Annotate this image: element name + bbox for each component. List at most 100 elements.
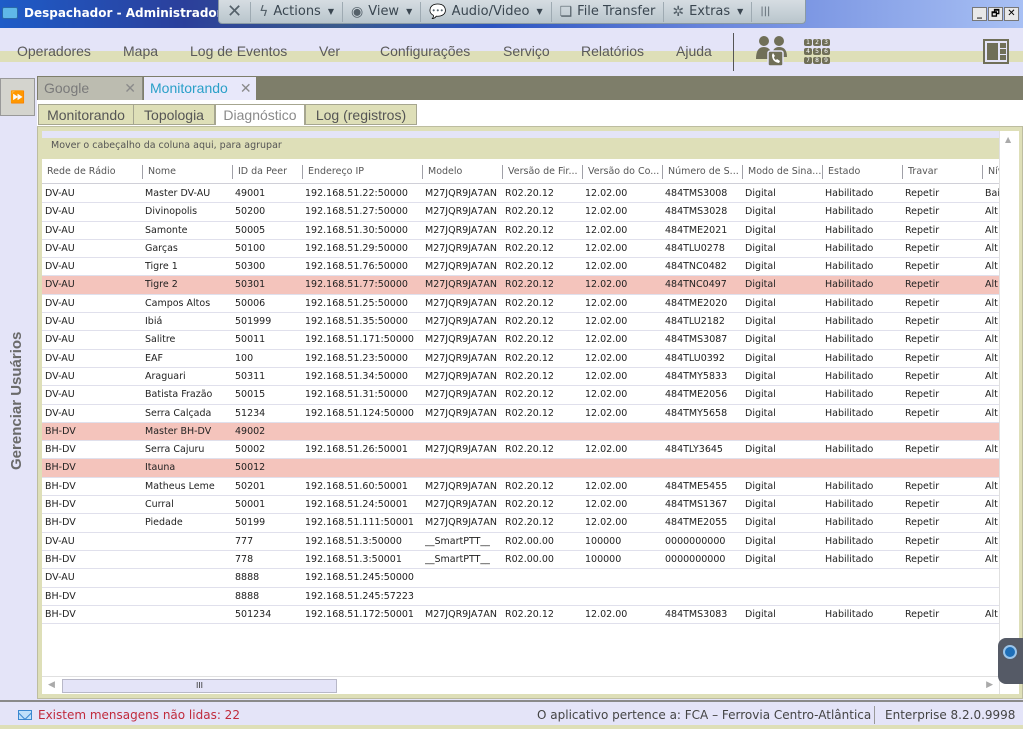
audio-video-menu[interactable]: 💬 Audio/Video ▼	[421, 1, 552, 22]
table-row[interactable]: BH-DV Itauna 50012	[42, 459, 999, 478]
toolbar-grip[interactable]: |||	[752, 2, 778, 22]
column-header-row: Rede de Rádio Nome ID da Peer Endereço IP Mo…	[42, 159, 999, 184]
tab-label: Google Map	[44, 80, 90, 118]
subtab-monitorando[interactable]: Monitorando	[38, 104, 134, 125]
cell-estado: Habilitado	[825, 499, 874, 511]
menu-ajuda[interactable]: Ajuda	[676, 43, 712, 59]
actions-menu[interactable]: ϟ Actions ▼	[251, 1, 343, 22]
vertical-scrollbar[interactable]: ▲	[999, 131, 1019, 694]
table-row[interactable]: DV-AU Ibiá 501999 192.168.51.35:50000 M27JQR…	[42, 313, 999, 332]
cell-nome: Tigre 1	[145, 261, 178, 273]
sidebar-label-gerenciar-usuarios[interactable]: Gerenciar Usuários	[8, 332, 25, 470]
table-row[interactable]: BH-DV Serra Cajuru 50002 192.168.51.26:5000…	[42, 441, 999, 460]
subtab-topologia[interactable]: Topologia	[133, 104, 215, 125]
table-row[interactable]: BH-DV 8888 192.168.51.245:57223	[42, 587, 999, 606]
table-row[interactable]: BH-DV Curral 50001 192.168.51.24:50001 M27JQ…	[42, 496, 999, 515]
restore-button[interactable]: 🗗	[988, 7, 1003, 21]
column-header-travar[interactable]: Travar	[902, 165, 982, 179]
dialpad-icon[interactable]: 1 2 3 4 5 6 7 8 9	[804, 39, 832, 65]
cell-nome: Salitre	[145, 334, 176, 346]
column-header-estado[interactable]: Estado	[822, 165, 902, 179]
column-header-rede-de-radio[interactable]: Rede de Rádio	[42, 165, 142, 179]
horizontal-scrollbar[interactable]: ◀ III ▶	[42, 676, 999, 694]
menu-bar: Operadores Mapa Log de Eventos Ver Confi…	[0, 28, 1023, 75]
layout-icon[interactable]	[983, 39, 1009, 64]
table-row[interactable]: DV-AU Master DV-AU 49001 192.168.51.22:5000…	[42, 185, 999, 204]
table-row[interactable]: DV-AU Divinopolis 50200 192.168.51.27:50000…	[42, 203, 999, 222]
column-header-modelo[interactable]: Modelo	[422, 165, 502, 179]
sidebar-toggle-button[interactable]: ⏩	[0, 78, 35, 116]
chevron-down-icon: ▼	[737, 7, 744, 16]
bottom-band	[0, 725, 1023, 729]
column-header-endereco-ip[interactable]: Endereço IP	[302, 165, 422, 179]
cell-modelo: M27JQR9JA7AN	[425, 480, 497, 492]
cell-numero-serie: 484TME2056	[665, 389, 728, 401]
close-icon[interactable]: ✕	[124, 77, 136, 100]
menu-log-de-eventos[interactable]: Log de Eventos	[190, 43, 287, 59]
close-icon[interactable]: ✕	[240, 77, 252, 100]
table-row[interactable]: BH-DV Matheus Leme 50201 192.168.51.60:5000…	[42, 477, 999, 497]
menu-operadores[interactable]: Operadores	[17, 43, 91, 59]
subtab-diagnostico[interactable]: Diagnóstico	[215, 104, 305, 125]
cell-id-da-peer: 49002	[235, 425, 266, 437]
table-row[interactable]: DV-AU 8888 192.168.51.245:50000	[42, 569, 999, 588]
column-header-nivel[interactable]: Nív	[982, 165, 999, 179]
scroll-up-icon[interactable]: ▲	[1005, 135, 1011, 144]
cell-versao-codeplug: 12.02.00	[585, 188, 628, 199]
table-row[interactable]: DV-AU 777 192.168.51.3:50000 __SmartPTT__ R0…	[42, 532, 999, 551]
tab-monitorando[interactable]: Monitorando ✕	[144, 77, 256, 100]
column-header-id-da-peer[interactable]: ID da Peer	[232, 165, 302, 179]
column-header-nome[interactable]: Nome	[142, 165, 232, 179]
table-row[interactable]: BH-DV Piedade 50199 192.168.51.111:50001 M27…	[42, 514, 999, 533]
table-row[interactable]: BH-DV 778 192.168.51.3:50001 __SmartPTT__ R0…	[42, 550, 999, 570]
scroll-right-icon[interactable]: ▶	[986, 680, 993, 690]
cell-id-da-peer: 50005	[235, 224, 266, 236]
unread-messages[interactable]: Existem mensagens não lidas: 22	[18, 708, 240, 722]
menu-ver[interactable]: Ver	[319, 43, 340, 59]
cell-estado: Habilitado	[825, 444, 874, 456]
view-menu[interactable]: ◉ View ▼	[343, 1, 422, 22]
cell-endereco-ip: 192.168.51.77:50000	[305, 279, 408, 291]
layout-icon-main	[987, 43, 998, 60]
subtab-log-registros[interactable]: Log (registros)	[305, 104, 417, 125]
table-row[interactable]: DV-AU Araguari 50311 192.168.51.34:50000 M27…	[42, 367, 999, 387]
cell-rede-de-radio: DV-AU	[45, 535, 75, 547]
remote-close-button[interactable]: ✕	[219, 1, 252, 22]
table-row[interactable]: DV-AU Garças 50100 192.168.51.29:50000 M27JQ…	[42, 239, 999, 259]
menu-configuracoes[interactable]: Configurações	[380, 43, 470, 59]
column-header-numero-serie[interactable]: Número de S...	[662, 165, 742, 179]
extras-menu[interactable]: ✲ Extras ▼	[664, 1, 753, 22]
users-call-icon[interactable]	[755, 35, 789, 67]
cell-numero-serie: 484TME2021	[665, 224, 728, 236]
table-row[interactable]: BH-DV Master BH-DV 49002	[42, 422, 999, 442]
table-row[interactable]: BH-DV 501234 192.168.51.172:50001 M27JQR9JA…	[42, 605, 999, 625]
table-row[interactable]: DV-AU Salitre 50011 192.168.51.171:50000 M27…	[42, 331, 999, 350]
column-header-versao-firmware[interactable]: Versão de Fir...	[502, 165, 582, 179]
cell-modelo: M27JQR9JA7AN	[425, 261, 497, 273]
cell-id-da-peer: 50015	[235, 389, 266, 401]
teamviewer-tab[interactable]	[998, 638, 1023, 684]
table-row[interactable]: DV-AU Tigre 1 50300 192.168.51.76:50000 M27J…	[42, 258, 999, 277]
minimize-button[interactable]: _	[972, 7, 987, 21]
scroll-left-icon[interactable]: ◀	[48, 680, 55, 690]
cell-estado: Habilitado	[825, 389, 874, 401]
table-row[interactable]: DV-AU Campos Altos 50006 192.168.51.25:5000…	[42, 294, 999, 314]
menu-mapa[interactable]: Mapa	[123, 43, 158, 59]
column-header-versao-codeplug[interactable]: Versão do Co...	[582, 165, 662, 179]
scrollbar-thumb[interactable]: III	[62, 679, 337, 693]
table-row[interactable]: DV-AU Tigre 2 50301 192.168.51.77:50000 M27J…	[42, 276, 999, 295]
menu-relatorios[interactable]: Relatórios	[581, 43, 644, 59]
table-row[interactable]: DV-AU Batista Frazão 50015 192.168.51.31:50…	[42, 386, 999, 405]
tab-google-map[interactable]: Google Map ✕	[38, 77, 143, 118]
close-button[interactable]: ✕	[1004, 7, 1019, 21]
file-transfer-button[interactable]: ❏ File Transfer	[552, 1, 665, 22]
table-row[interactable]: DV-AU EAF 100 192.168.51.23:50000 M27JQR9JA7…	[42, 349, 999, 368]
menu-servico[interactable]: Serviço	[503, 43, 550, 59]
cell-nivel: Alt	[985, 206, 998, 218]
column-header-modo-sinalizacao[interactable]: Modo de Sina...	[742, 165, 822, 179]
group-by-area[interactable]: Mover o cabeçalho da coluna aqui, para a…	[42, 131, 999, 159]
cell-versao-firmware: R02.00.00	[505, 553, 554, 565]
table-row[interactable]: DV-AU Serra Calçada 51234 192.168.51.124:50…	[42, 404, 999, 423]
cell-modo-sinalizacao: Digital	[745, 407, 776, 419]
table-row[interactable]: DV-AU Samonte 50005 192.168.51.30:50000 M27J…	[42, 221, 999, 240]
